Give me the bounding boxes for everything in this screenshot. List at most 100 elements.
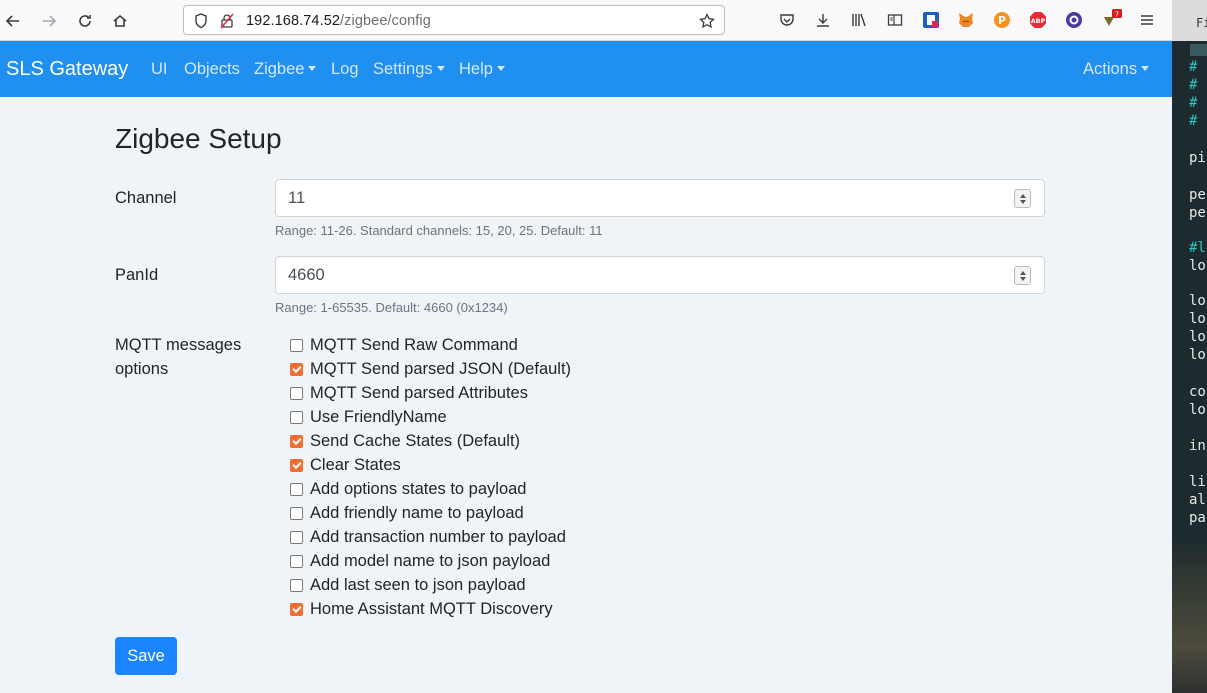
browser-toolbar: 192.168.74.52/zigbee/config P ABP 7	[0, 0, 1172, 41]
download-icon[interactable]	[812, 9, 834, 31]
mqtt-option-label[interactable]: MQTT Send Raw Command	[310, 336, 518, 355]
mqtt-option-row[interactable]: MQTT Send Raw Command	[290, 333, 571, 357]
mqtt-option-label[interactable]: MQTT Send parsed JSON (Default)	[310, 360, 571, 379]
caret-down-icon	[1141, 66, 1150, 71]
page-title: Zigbee Setup	[115, 123, 282, 154]
checkbox-checked[interactable]	[290, 602, 303, 616]
top-navbar: SLS Gateway UI Objects Zigbee Log Settin…	[0, 41, 1172, 97]
panid-value: 4660	[288, 266, 325, 284]
extension-circle-icon[interactable]	[1063, 9, 1085, 31]
desktop-wallpaper	[1172, 540, 1207, 693]
panid-input[interactable]: 4660	[275, 256, 1045, 294]
terminal-line: #	[1189, 77, 1198, 93]
spinner-up-icon[interactable]	[1019, 270, 1026, 275]
checkbox-unchecked[interactable]	[290, 386, 303, 400]
mqtt-option-row[interactable]: Add friendly name to payload	[290, 501, 571, 525]
mqtt-option-row[interactable]: Home Assistant MQTT Discovery	[290, 597, 571, 621]
terminal-line: pe	[1189, 187, 1206, 203]
spinner-down-icon[interactable]	[1019, 276, 1026, 281]
background-terminal-window: Fi # # # # pi pe pe #l lo lo lo lo lo co lo in li al pa	[1172, 0, 1207, 693]
nav-actions-dropdown[interactable]: Actions	[1083, 60, 1150, 79]
nav-item-log[interactable]: Log	[331, 60, 359, 79]
checkbox-unchecked[interactable]	[290, 530, 303, 544]
spinner-up-icon[interactable]	[1019, 193, 1026, 198]
checkbox-checked[interactable]	[290, 362, 303, 376]
mqtt-option-label[interactable]: Add transaction number to payload	[310, 528, 566, 547]
spinner-down-icon[interactable]	[1019, 199, 1026, 204]
channel-input[interactable]: 11	[275, 179, 1045, 217]
mqtt-option-label[interactable]: Home Assistant MQTT Discovery	[310, 600, 553, 619]
panid-spinner[interactable]	[1014, 266, 1031, 285]
mqtt-option-label[interactable]: Use FriendlyName	[310, 408, 447, 427]
nav-item-settings[interactable]: Settings	[373, 60, 445, 79]
adblock-plus-icon[interactable]: ABP	[1027, 9, 1049, 31]
checkbox-unchecked[interactable]	[290, 338, 303, 352]
reader-view-icon[interactable]	[884, 9, 906, 31]
checkbox-checked[interactable]	[290, 434, 303, 448]
url-bar[interactable]: 192.168.74.52/zigbee/config	[183, 5, 725, 35]
pocket-icon[interactable]	[776, 9, 798, 31]
mqtt-option-label[interactable]: Add model name to json payload	[310, 552, 550, 571]
terminal-line: pa	[1189, 510, 1206, 526]
panid-label: PanId	[115, 266, 159, 284]
mqtt-option-row[interactable]: MQTT Send parsed JSON (Default)	[290, 357, 571, 381]
checkbox-unchecked[interactable]	[290, 410, 303, 424]
container-extension-icon[interactable]	[920, 9, 942, 31]
terminal-line: lo	[1189, 258, 1206, 274]
terminal-line: li	[1189, 474, 1206, 490]
shield-icon[interactable]	[192, 12, 210, 30]
nav-item-label: Objects	[184, 60, 240, 78]
hamburger-menu-icon[interactable]	[1136, 9, 1158, 31]
library-icon[interactable]	[848, 9, 870, 31]
mqtt-option-row[interactable]: MQTT Send parsed Attributes	[290, 381, 571, 405]
forward-button[interactable]	[36, 8, 62, 34]
caret-down-icon	[496, 66, 505, 71]
nav-item-objects[interactable]: Objects	[184, 60, 240, 79]
url-host: 192.168.74.52	[246, 13, 341, 29]
terminal-line: al	[1189, 492, 1206, 508]
bookmark-star-icon[interactable]	[698, 12, 716, 30]
mqtt-option-label[interactable]: Add last seen to json payload	[310, 576, 526, 595]
reload-button[interactable]	[72, 8, 98, 34]
checkbox-checked[interactable]	[290, 458, 303, 472]
nav-item-label: Settings	[373, 60, 433, 78]
checkbox-unchecked[interactable]	[290, 578, 303, 592]
bitcoin-extension-icon[interactable]: P	[991, 9, 1013, 31]
checkbox-unchecked[interactable]	[290, 554, 303, 568]
caret-down-icon	[436, 66, 445, 71]
insecure-lock-icon[interactable]	[218, 12, 236, 30]
nav-item-zigbee[interactable]: Zigbee	[254, 60, 317, 79]
mqtt-option-row[interactable]: Clear States	[290, 453, 571, 477]
checkbox-unchecked[interactable]	[290, 506, 303, 520]
checkbox-unchecked[interactable]	[290, 482, 303, 496]
mqtt-option-label[interactable]: MQTT Send parsed Attributes	[310, 384, 528, 403]
mqtt-option-row[interactable]: Add model name to json payload	[290, 549, 571, 573]
update-extension-icon[interactable]: 7	[1100, 9, 1122, 31]
nav-item-label: Help	[459, 60, 493, 78]
mqtt-option-row[interactable]: Use FriendlyName	[290, 405, 571, 429]
terminal-line: lo	[1189, 347, 1206, 363]
home-button[interactable]	[107, 8, 133, 34]
panid-help-text: Range: 1-65535. Default: 4660 (0x1234)	[275, 300, 508, 315]
mqtt-option-label[interactable]: Send Cache States (Default)	[310, 432, 520, 451]
svg-text:P: P	[998, 14, 1006, 27]
save-button[interactable]: Save	[115, 637, 177, 675]
url-text[interactable]: 192.168.74.52/zigbee/config	[246, 13, 431, 29]
mqtt-option-label[interactable]: Add friendly name to payload	[310, 504, 524, 523]
channel-spinner[interactable]	[1014, 189, 1031, 208]
brand-link[interactable]: SLS Gateway	[6, 58, 128, 81]
mqtt-option-row[interactable]: Send Cache States (Default)	[290, 429, 571, 453]
mqtt-option-row[interactable]: Add transaction number to payload	[290, 525, 571, 549]
mqtt-option-label[interactable]: Add options states to payload	[310, 480, 526, 499]
back-button[interactable]	[0, 8, 26, 34]
mqtt-option-row[interactable]: Add options states to payload	[290, 477, 571, 501]
terminal-title: Fi	[1172, 0, 1207, 41]
nav-item-help[interactable]: Help	[459, 60, 505, 79]
extension-badge-count: 7	[1115, 11, 1119, 19]
mqtt-option-label[interactable]: Clear States	[310, 456, 401, 475]
channel-help-text: Range: 11-26. Standard channels: 15, 20,…	[275, 223, 603, 238]
metamask-fox-icon[interactable]	[955, 9, 977, 31]
mqtt-option-row[interactable]: Add last seen to json payload	[290, 573, 571, 597]
nav-item-ui[interactable]: UI	[151, 60, 168, 79]
home-icon	[113, 14, 127, 27]
